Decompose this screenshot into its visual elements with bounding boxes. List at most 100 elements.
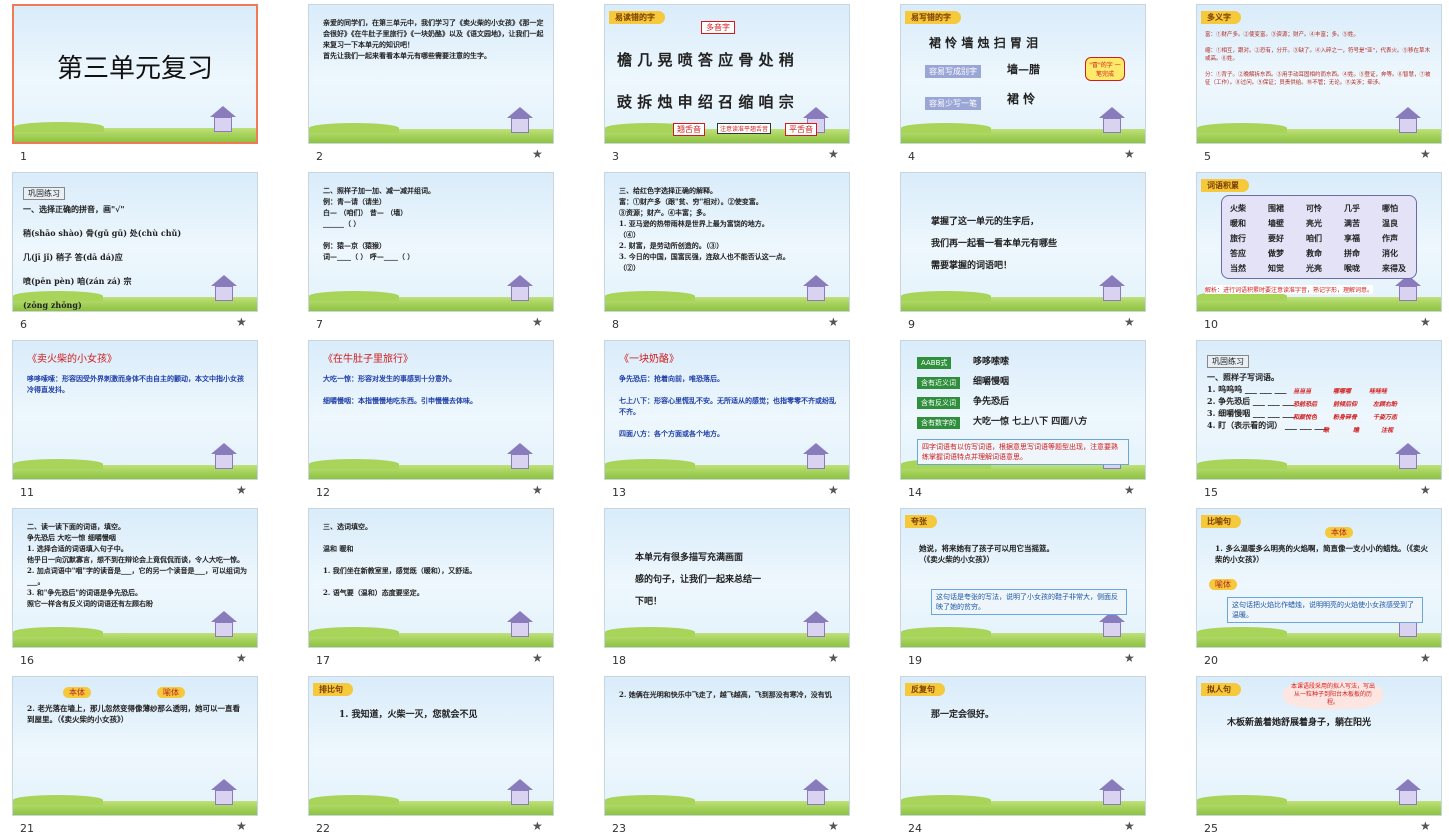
animation-star-icon[interactable]: ★ <box>1124 651 1135 665</box>
animation-star-icon[interactable]: ★ <box>236 651 247 665</box>
slide-thumbnail-25[interactable]: 拟人句 本课语段采用的拟人写法，写出从一粒种子到阳台木板板的历程。 木板新盖着她舒展… <box>1196 676 1442 816</box>
vocab-word: 火柴 <box>1230 203 1246 213</box>
slide-sorter-grid: 第三单元复习 1 亲爱的同学们，在第三单元中，我们学习了《卖火柴的小女孩》《那一定… <box>0 0 1449 835</box>
slide-cell-22[interactable]: 排比句 1. 我知道，火柴一灭，您就会不见 22 ★ <box>296 672 554 836</box>
animation-star-icon[interactable]: ★ <box>1420 819 1431 833</box>
slide-thumbnail-6[interactable]: 巩固练习 一、选择正确的拼音，画"√" 稍(shāo shào) 骨(gǔ gū)… <box>12 172 258 312</box>
slide-cell-14[interactable]: AABB式 哆哆嗦嗦 含有近义词 细嚼慢咽 含有反义词 争先恐后 含有数字的 大吃一惊 七上八… <box>888 336 1146 500</box>
animation-star-icon[interactable]: ★ <box>828 483 839 497</box>
animation-star-icon[interactable]: ★ <box>828 147 839 161</box>
animation-star-icon[interactable]: ★ <box>1124 819 1135 833</box>
slide-cell-25[interactable]: 拟人句 本课语段采用的拟人写法，写出从一粒种子到阳台木板板的历程。 木板新盖着她舒展… <box>1184 672 1442 836</box>
animation-star-icon[interactable]: ★ <box>1420 483 1431 497</box>
animation-star-icon[interactable]: ★ <box>828 819 839 833</box>
slide-thumbnail-7[interactable]: 二、照样子加一加、减一减并组词。 例：青—请（请坐） 白— （咱们） 昔— （墙… <box>308 172 554 312</box>
slide-thumbnail-5[interactable]: 多义字 富：①财产多。②使变富。③资源；财产。④丰富；多。⑤姓。 缩：①相互，跟对… <box>1196 4 1442 144</box>
slide-cell-13[interactable]: 《一块奶酪》 争先恐后：抢着向前，唯恐落后。 七上八下：形容心里慌乱不安。无所适从… <box>592 336 850 500</box>
slide-thumbnail-23[interactable]: 2. 她俩在光明和快乐中飞走了，越飞越高，飞到那没有寒冷，没有饥 <box>604 676 850 816</box>
slide-cell-9[interactable]: 掌握了这一单元的生字后， 我们再一起看一看本单元有哪些 需要掌握的词语吧！ 9 ★ <box>888 168 1146 332</box>
slide-thumbnail-10[interactable]: 词语积累 火柴 围裙 可怜 几乎 哪怕 暖和 墙壁 亮光 满苦 温良 旅行 要好 咱们 享福 作声 答应 做梦 救命… <box>1196 172 1442 312</box>
animation-star-icon[interactable]: ★ <box>1124 315 1135 329</box>
animation-star-icon[interactable]: ★ <box>1420 651 1431 665</box>
slide-cell-6[interactable]: 巩固练习 一、选择正确的拼音，画"√" 稍(shāo shào) 骨(gǔ gū)… <box>0 168 258 332</box>
slide-cell-7[interactable]: 二、照样子加一加、减一减并组词。 例：青—请（请坐） 白— （咱们） 昔— （墙… <box>296 168 554 332</box>
animation-star-icon[interactable]: ★ <box>236 819 247 833</box>
slide-thumbnail-13[interactable]: 《一块奶酪》 争先恐后：抢着向前，唯恐落后。 七上八下：形容心里慌乱不安。无所适从… <box>604 340 850 480</box>
slide-heading: 《卖火柴的小女孩》 <box>27 354 117 365</box>
grass-hill <box>1197 795 1287 805</box>
slide-thumbnail-4[interactable]: 易写错的字裙 怜 墙 烛 扫 胃 泪容易写成别字 墙—腊 容易少写一笔 裙 怜 "冒"的… <box>900 4 1146 144</box>
polyphonic-label: 多音字 <box>701 21 735 34</box>
vocab-word: 暖和 <box>1230 218 1246 228</box>
slide-thumbnail-14[interactable]: AABB式 哆哆嗦嗦 含有近义词 细嚼慢咽 含有反义词 争先恐后 含有数字的 大吃一惊 七上八… <box>900 340 1146 480</box>
slide-cell-15[interactable]: 巩固练习 一、照样子写词语。 1. 呜呜呜 ___ ___ ___ 2. 争先恐后… <box>1184 336 1442 500</box>
slide-cell-17[interactable]: 三、选词填空。 温和 暖和 1. 我们坐在新教室里，感觉既（暖和），又舒适。 2… <box>296 504 554 668</box>
animation-star-icon[interactable]: ★ <box>532 483 543 497</box>
slide-thumbnail-22[interactable]: 排比句 1. 我知道，火柴一灭，您就会不见 <box>308 676 554 816</box>
animation-star-icon[interactable]: ★ <box>236 483 247 497</box>
animation-star-icon[interactable]: ★ <box>236 315 247 329</box>
slide-number: 19 <box>908 654 922 667</box>
house-body <box>1103 790 1121 805</box>
slide-thumbnail-11[interactable]: 《卖火柴的小女孩》 哆哆嗦嗦：形容因受外界刺激而身体不由自主的颤动，本文中指小女孩… <box>12 340 258 480</box>
animation-star-icon[interactable]: ★ <box>1124 483 1135 497</box>
slide-cell-20[interactable]: 比喻句 本体 1. 多么温暖多么明亮的火焰啊，简直像一支小小的蜡烛。（《卖火柴的小女… <box>1184 504 1442 668</box>
slide-thumbnail-16[interactable]: 二、读一读下面的词语，填空。 争先恐后 大吃一惊 细嚼慢咽 1. 选择合适的词语… <box>12 508 258 648</box>
slide-thumbnail-8[interactable]: 三、给红色字选择正确的解释。 富：①财产多（跟"贫、穷"相对）。②使变富。 ③资… <box>604 172 850 312</box>
animation-star-icon[interactable]: ★ <box>828 315 839 329</box>
slide-cell-4[interactable]: 易写错的字裙 怜 墙 烛 扫 胃 泪容易写成别字 墙—腊 容易少写一笔 裙 怜 "冒"的… <box>888 0 1146 164</box>
slide-thumbnail-24[interactable]: 反复句 那一定会很好。 <box>900 676 1146 816</box>
animation-star-icon[interactable]: ★ <box>1420 315 1431 329</box>
animation-star-icon[interactable]: ★ <box>1124 147 1135 161</box>
slide-cell-18[interactable]: 本单元有很多描写充满画面 感的句子，让我们一起来总结一 下吧！ 18 ★ <box>592 504 850 668</box>
animation-star-icon[interactable]: ★ <box>532 315 543 329</box>
slide-number: 17 <box>316 654 330 667</box>
slide-thumbnail-20[interactable]: 比喻句 本体 1. 多么温暖多么明亮的火焰啊，简直像一支小小的蜡烛。（《卖火柴的小女… <box>1196 508 1442 648</box>
slide-number: 13 <box>612 486 626 499</box>
word-type-label: AABB式 <box>917 357 952 369</box>
slide-thumbnail-18[interactable]: 本单元有很多描写充满画面 感的句子，让我们一起来总结一 下吧！ <box>604 508 850 648</box>
note-box: 四字词语有以仿写词语，根据意思写词语等题型出现，注意要熟练掌握词语特点并理解词语… <box>917 439 1129 465</box>
slide-thumbnail-19[interactable]: 夸张 她说，将来她有了孩子可以用它当摇篮。 （《卖火柴的小女孩》） 这句话是夸张的写… <box>900 508 1146 648</box>
answer-word: 哪哪哪 <box>1333 388 1352 395</box>
animation-star-icon[interactable]: ★ <box>532 147 543 161</box>
slide-cell-11[interactable]: 《卖火柴的小女孩》 哆哆嗦嗦：形容因受外界刺激而身体不由自主的颤动，本文中指小女孩… <box>0 336 258 500</box>
slide-cell-24[interactable]: 反复句 那一定会很好。 24 ★ <box>888 672 1146 836</box>
house-body <box>511 118 529 133</box>
slide-number: 15 <box>1204 486 1218 499</box>
slide-thumbnail-2[interactable]: 亲爱的同学们，在第三单元中，我们学习了《卖火柴的小女孩》《那一定会很好》《在牛肚… <box>308 4 554 144</box>
answer-word: 当当当 <box>1293 388 1312 395</box>
house-roof <box>507 779 533 790</box>
slide-cell-2[interactable]: 亲爱的同学们，在第三单元中，我们学习了《卖火柴的小女孩》《那一定会很好》《在牛肚… <box>296 0 554 164</box>
answer-word: 注视 <box>1381 427 1394 434</box>
house-icon <box>211 611 237 637</box>
animation-star-icon[interactable]: ★ <box>532 819 543 833</box>
slide-thumbnail-9[interactable]: 掌握了这一单元的生字后， 我们再一起看一看本单元有哪些 需要掌握的词语吧！ <box>900 172 1146 312</box>
animation-star-icon[interactable]: ★ <box>532 651 543 665</box>
animation-star-icon[interactable]: ★ <box>1420 147 1431 161</box>
vocab-word: 咱们 <box>1306 233 1322 243</box>
house-icon <box>507 275 533 301</box>
slide-cell-8[interactable]: 三、给红色字选择正确的解释。 富：①财产多（跟"贫、穷"相对）。②使变富。 ③资… <box>592 168 850 332</box>
slide-cell-16[interactable]: 二、读一读下面的词语，填空。 争先恐后 大吃一惊 细嚼慢咽 1. 选择合适的词语… <box>0 504 258 668</box>
slide-cell-21[interactable]: 本体 喻体 2. 老光落在墙上，那儿忽然变得像薄纱那么透明，她可以一直看到屋里。（《… <box>0 672 258 836</box>
slide-thumbnail-3[interactable]: 易读错的字 多音字檐 几 晃 喷 答 应 骨 处 稍豉 拆 烛 申 绍 召 缩 咱… <box>604 4 850 144</box>
slide-thumbnail-1[interactable]: 第三单元复习 <box>12 4 258 144</box>
slide-cell-5[interactable]: 多义字 富：①财产多。②使变富。③资源；财产。④丰富；多。⑤姓。 缩：①相互，跟对… <box>1184 0 1442 164</box>
slide-thumbnail-15[interactable]: 巩固练习 一、照样子写词语。 1. 呜呜呜 ___ ___ ___ 2. 争先恐后… <box>1196 340 1442 480</box>
slide-number: 10 <box>1204 318 1218 331</box>
slide-thumbnail-17[interactable]: 三、选词填空。 温和 暖和 1. 我们坐在新教室里，感觉既（暖和），又舒适。 2… <box>308 508 554 648</box>
animation-star-icon[interactable]: ★ <box>828 651 839 665</box>
house-roof <box>211 779 237 790</box>
slide-thumbnail-12[interactable]: 《在牛肚子里旅行》 大吃一惊：形容对发生的事感到十分意外。 细嚼慢咽：本指慢慢地吃… <box>308 340 554 480</box>
slide-cell-23[interactable]: 2. 她俩在光明和快乐中飞走了，越飞越高，飞到那没有寒冷，没有饥 23 ★ <box>592 672 850 836</box>
slide-cell-19[interactable]: 夸张 她说，将来她有了孩子可以用它当摇篮。 （《卖火柴的小女孩》） 这句话是夸张的写… <box>888 504 1146 668</box>
house-body <box>215 454 233 469</box>
slide-cell-1[interactable]: 第三单元复习 1 <box>0 0 258 164</box>
grass-hill <box>901 795 991 805</box>
slide-cell-10[interactable]: 词语积累 火柴 围裙 可怜 几乎 哪怕 暖和 墙壁 亮光 满苦 温良 旅行 要好 咱们 享福 作声 答应 做梦 救命… <box>1184 168 1442 332</box>
slide-cell-12[interactable]: 《在牛肚子里旅行》 大吃一惊：形容对发生的事感到十分意外。 细嚼慢咽：本指慢慢地吃… <box>296 336 554 500</box>
vocab-word: 围裙 <box>1268 203 1284 213</box>
slide-thumbnail-21[interactable]: 本体 喻体 2. 老光落在墙上，那儿忽然变得像薄纱那么透明，她可以一直看到屋里。（《… <box>12 676 258 816</box>
slide-cell-3[interactable]: 易读错的字 多音字檐 几 晃 喷 答 应 骨 处 稍豉 拆 烛 申 绍 召 缩 咱… <box>592 0 850 164</box>
